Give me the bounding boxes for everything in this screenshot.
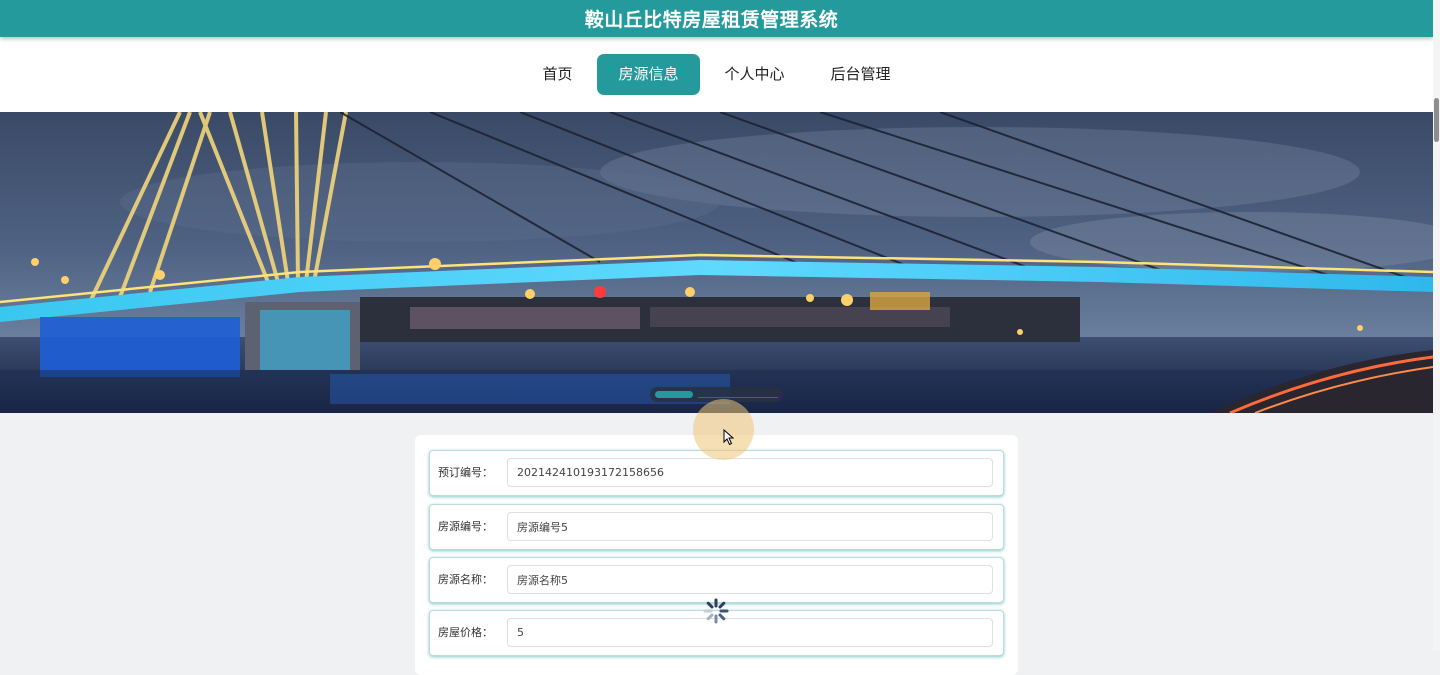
- house-price-label: 房屋价格：: [438, 626, 493, 639]
- main-nav: 首页 房源信息 个人中心 后台管理: [0, 37, 1433, 112]
- carousel-dot-inactive[interactable]: [698, 397, 778, 398]
- house-price-input[interactable]: [507, 618, 993, 647]
- loading-spinner-icon: [703, 598, 729, 624]
- listing-number-label: 房源编号：: [438, 520, 493, 533]
- booking-number-label: 预订编号：: [438, 466, 493, 479]
- listing-name-input[interactable]: [507, 565, 993, 594]
- booking-number-input[interactable]: [507, 458, 993, 487]
- listing-name-label: 房源名称：: [438, 573, 493, 586]
- mouse-cursor-icon: [723, 429, 735, 446]
- form-row-listing-number: 房源编号：: [429, 504, 1004, 550]
- carousel-dot-active[interactable]: [655, 391, 693, 398]
- banner-carousel[interactable]: [0, 112, 1433, 413]
- scrollbar-thumb[interactable]: [1434, 98, 1439, 142]
- form-row-listing-name: 房源名称：: [429, 557, 1004, 603]
- nav-item-listings[interactable]: 房源信息: [597, 54, 700, 95]
- app-title: 鞍山丘比特房屋租赁管理系统: [584, 9, 839, 31]
- nav-item-personal-center[interactable]: 个人中心: [704, 54, 806, 95]
- header-bar: 鞍山丘比特房屋租赁管理系统: [0, 0, 1433, 37]
- nav-item-admin[interactable]: 后台管理: [810, 54, 912, 95]
- nav-item-home[interactable]: 首页: [521, 54, 593, 95]
- page-scrollbar[interactable]: [1433, 0, 1440, 651]
- listing-number-input[interactable]: [507, 512, 993, 541]
- night-bridge-photo: [0, 112, 1433, 413]
